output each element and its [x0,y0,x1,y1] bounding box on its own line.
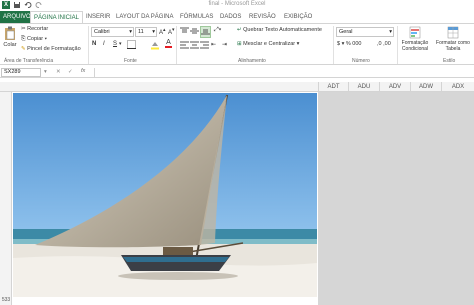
number-format-value: Geral [339,29,353,35]
cancel-icon[interactable]: ✕ [56,69,61,75]
sailboat-photo [13,93,317,297]
chevron-down-icon[interactable]: ▾ [44,69,47,75]
tab-inserir[interactable]: INSERIR [86,11,110,23]
format-painter-label: Pincel de Formatação [27,46,81,52]
ribbon: Colar ✂ Recortar ⎘ Copiar ▾ ✎ Pincel de … [0,23,474,65]
alignment-group-label: Alinhamento [238,58,266,64]
table-icon [447,26,459,39]
format-as-table-label: Formatar como Tabela [436,40,470,52]
font-size-value: 11 [138,29,144,35]
column-header[interactable]: ADX [441,82,474,92]
decrease-indent-icon[interactable]: ⇤ [211,41,216,48]
underline-icon[interactable]: S [113,41,117,47]
conditional-formatting-icon [409,26,421,39]
wrap-text-label: Quebrar Texto Automaticamente [243,27,322,33]
orientation-icon[interactable]: ⤢▾ [214,27,221,34]
increase-indent-icon[interactable]: ⇥ [222,41,227,48]
paste-button[interactable]: Colar [3,26,17,48]
insert-function-icon[interactable]: fx [81,68,85,74]
row-headers [0,92,12,305]
merge-center-button[interactable]: ⊞ Mesclar e Centralizar ▾ [237,41,299,47]
separator [88,26,89,64]
conditional-formatting-button[interactable]: Formatação Condicional [400,26,430,52]
bold-icon[interactable]: N [92,41,96,47]
font-size-select[interactable]: 11 ▾ [135,27,157,37]
column-headers: ADT ADU ADV ADW ADX [0,82,474,92]
merge-label: Mesclar e Centralizar [243,41,296,47]
column-header[interactable]: ADW [410,82,441,92]
number-format-select[interactable]: Geral ▾ [336,27,394,37]
chevron-down-icon: ▾ [129,29,132,35]
inserted-picture[interactable] [13,93,317,297]
paste-label: Colar [3,42,17,48]
column-header[interactable]: ADU [348,82,379,92]
merge-icon: ⊞ [237,41,242,47]
font-color-icon[interactable]: A [165,39,172,48]
tab-dados[interactable]: DADOS [220,11,241,23]
copy-label: Copiar [26,36,44,42]
separator [333,26,334,64]
align-right-icon[interactable] [200,41,209,51]
font-name-value: Calibri [94,29,110,35]
row-header[interactable]: 533 [0,297,12,303]
chevron-down-icon: ▾ [152,29,155,35]
decrease-font-icon[interactable]: A▾ [168,27,175,36]
align-middle-icon[interactable] [190,27,199,37]
number-group-label: Número [352,58,370,64]
align-center-icon[interactable] [190,41,199,51]
borders-icon[interactable] [127,40,136,51]
clipboard-group-label: Área de Transferência [4,58,54,64]
wrap-text-button[interactable]: ↵ Quebrar Texto Automaticamente [237,27,322,33]
column-header[interactable]: ADT [318,82,348,92]
cut-button[interactable]: ✂ Recortar [21,26,48,32]
format-painter-button[interactable]: ✎ Pincel de Formatação [21,46,81,52]
clipboard-icon [5,26,15,40]
brush-icon: ✎ [21,46,26,52]
conditional-formatting-label: Formatação Condicional [401,40,429,52]
decimal-icon[interactable]: ,0 ,00 [377,41,391,47]
formula-bar: SX289 ▾ ✕ ✓ fx [0,67,474,78]
align-left-icon[interactable] [180,41,189,51]
chevron-down-icon: ▾ [389,29,392,35]
chevron-down-icon[interactable]: ▾ [119,41,122,47]
format-as-table-button[interactable]: Formatar como Tabela [433,26,473,52]
increase-font-icon[interactable]: A▴ [159,27,166,36]
tab-formulas[interactable]: FÓRMULAS [180,11,213,23]
align-bottom-icon[interactable] [200,26,211,38]
tab-exibicao[interactable]: EXIBIÇÃO [284,11,312,23]
italic-icon[interactable]: I [103,41,105,47]
copy-button[interactable]: ⎘ Copiar ▾ [21,36,47,43]
separator [397,26,398,64]
cut-label: Recortar [27,26,49,32]
tab-revisao[interactable]: REVISÃO [249,11,276,23]
styles-group-label: Estilo [443,58,456,64]
tab-arquivo[interactable]: ARQUIVO [0,11,34,23]
window-title: final - Microsoft Excel [208,1,266,7]
separator [176,26,177,64]
currency-icon[interactable]: $ ▾ % 000 [337,41,361,47]
title-bar: X final - Microsoft Excel [0,0,474,11]
formula-input[interactable] [94,68,473,77]
ribbon-tabs: ARQUIVO PÁGINA INICIAL INSERIR LAYOUT DA… [0,11,474,24]
tab-layout-da-pagina[interactable]: LAYOUT DA PÁGINA [116,11,173,23]
font-name-select[interactable]: Calibri ▾ [91,27,134,37]
enter-icon[interactable]: ✓ [68,69,73,75]
wrap-text-icon: ↵ [237,27,242,33]
name-box-value: SX289 [4,69,21,75]
fill-color-icon[interactable] [150,40,160,52]
name-box[interactable]: SX289 [1,68,41,77]
align-top-icon[interactable] [180,27,189,37]
font-group-label: Fonte [124,58,137,64]
column-header[interactable]: ADV [379,82,410,92]
